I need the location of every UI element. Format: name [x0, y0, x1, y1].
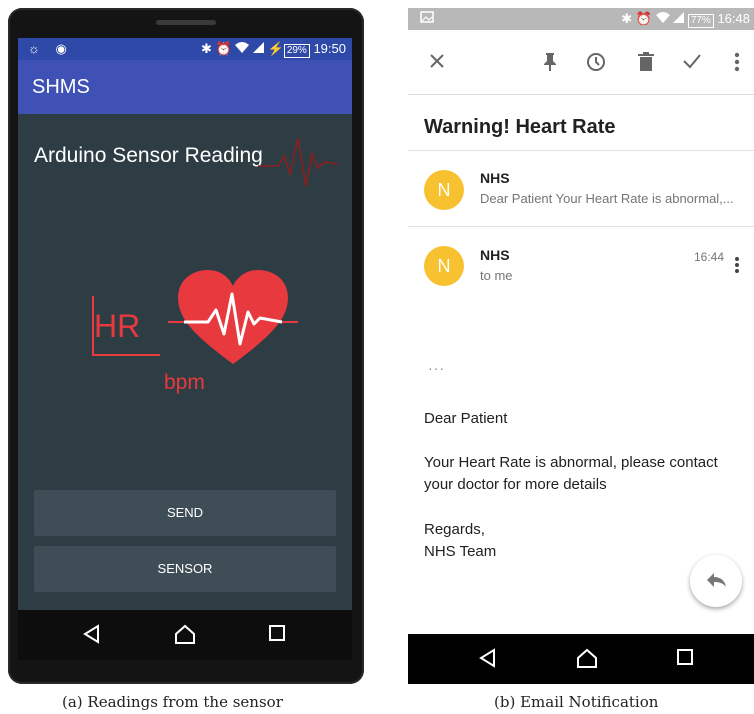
ecg-icon [258, 137, 338, 187]
divider [408, 226, 754, 227]
recipient-label: to me [480, 268, 513, 283]
signal-icon [253, 42, 264, 53]
show-trimmed-content[interactable]: ··· [428, 360, 445, 376]
body-message: Your Heart Rate is abnormal, please cont… [424, 454, 718, 493]
reading-title: Arduino Sensor Reading [34, 144, 263, 167]
body-closing: Regards, [424, 521, 485, 538]
done-icon[interactable] [682, 52, 702, 70]
pin-icon[interactable] [542, 52, 558, 72]
caption-a: (a) Readings from the sensor [62, 693, 283, 711]
body-greeting: Dear Patient [424, 410, 508, 427]
app-bar: SHMS [18, 60, 352, 114]
image-notification-icon [420, 11, 434, 23]
navigation-bar [18, 610, 352, 660]
delete-icon[interactable] [638, 52, 654, 72]
message-time: 16:44 [694, 250, 725, 264]
reply-button[interactable] [690, 555, 742, 607]
status-time: 16:48 [717, 11, 750, 26]
bluetooth-icon: ✱ [201, 41, 212, 56]
status-bar: ✱ ⏰ 77% 16:48 [408, 8, 754, 30]
recents-icon[interactable] [268, 624, 286, 642]
avatar: N [424, 246, 464, 286]
wifi-icon [655, 12, 670, 23]
battery-level: 77% [687, 14, 714, 28]
battery-level: 29% [283, 44, 310, 58]
snooze-icon[interactable] [586, 52, 606, 72]
email-screen: ✱ ⏰ 77% 16:48 Warning! Heart Rate N NHS … [408, 8, 754, 684]
close-icon[interactable] [428, 52, 446, 70]
home-icon[interactable] [576, 648, 598, 668]
divider [408, 150, 754, 151]
sensor-button[interactable]: SENSOR [34, 546, 336, 592]
caption-b: (b) Email Notification [494, 693, 659, 711]
status-left-icons: ☼ ◉ [28, 41, 73, 56]
avatar: N [424, 170, 464, 210]
sender-name: NHS [480, 247, 510, 263]
send-button[interactable]: SEND [34, 490, 336, 536]
sensor-app-screen: ☼ ◉ ✱ ⏰ ⚡ 29% 19:50 SHMS Arduino Sensor R… [18, 38, 352, 610]
speaker-grille [156, 20, 216, 25]
alarm-icon: ⏰ [215, 41, 232, 56]
heart-icon [168, 270, 298, 364]
charging-icon: ⚡ [267, 41, 284, 56]
bluetooth-icon: ✱ [621, 11, 633, 26]
bpm-label: bpm [164, 371, 205, 394]
more-vert-icon[interactable] [734, 52, 740, 72]
recents-icon[interactable] [676, 648, 694, 666]
alarm-icon: ⏰ [635, 11, 652, 26]
sender-name: NHS [480, 170, 510, 186]
wifi-icon [235, 42, 250, 53]
signal-icon [673, 12, 685, 23]
app-title: SHMS [32, 76, 90, 98]
email-subject: Warning! Heart Rate [424, 116, 616, 138]
status-time: 19:50 [313, 41, 346, 56]
hr-label: HR [94, 308, 141, 344]
status-right: ✱ ⏰ ⚡ 29% 19:50 [201, 41, 346, 58]
back-icon[interactable] [478, 648, 498, 668]
status-right: ✱ ⏰ 77% 16:48 [621, 11, 750, 28]
email-toolbar [408, 30, 754, 95]
status-bar: ☼ ◉ ✱ ⏰ ⚡ 29% 19:50 [18, 38, 352, 60]
navigation-bar [408, 634, 754, 684]
reply-icon [707, 573, 726, 587]
message-snippet: Dear Patient Your Heart Rate is abnormal… [480, 191, 734, 206]
back-icon[interactable] [82, 624, 102, 644]
home-icon[interactable] [174, 624, 196, 644]
more-vert-icon[interactable] [734, 256, 740, 274]
